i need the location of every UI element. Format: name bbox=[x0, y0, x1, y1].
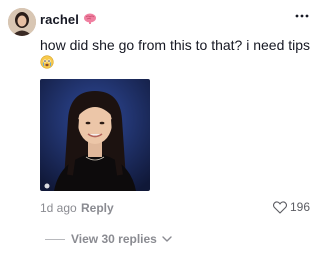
brain-emoji-icon bbox=[83, 12, 97, 26]
more-dots-icon bbox=[295, 14, 309, 18]
like-button[interactable]: 196 bbox=[272, 200, 310, 214]
crying-emoji-icon bbox=[40, 55, 54, 69]
comment-text: how did she go from this to that? i need… bbox=[40, 37, 311, 53]
username[interactable]: rachel bbox=[40, 12, 79, 27]
view-replies-label: View 30 replies bbox=[71, 232, 157, 246]
like-count: 196 bbox=[289, 200, 310, 214]
comment-item: rachel how did she go from this to that?… bbox=[0, 0, 320, 263]
comment-photo[interactable] bbox=[40, 79, 150, 191]
heart-outline-icon bbox=[272, 200, 287, 214]
chevron-down-icon bbox=[162, 236, 172, 242]
divider-line bbox=[45, 238, 65, 240]
reply-button[interactable]: Reply bbox=[81, 201, 114, 215]
more-options-button[interactable] bbox=[294, 8, 310, 24]
avatar[interactable] bbox=[8, 8, 36, 36]
comment-time: 1d ago bbox=[40, 201, 77, 215]
view-replies-button[interactable]: View 30 replies bbox=[45, 232, 172, 246]
